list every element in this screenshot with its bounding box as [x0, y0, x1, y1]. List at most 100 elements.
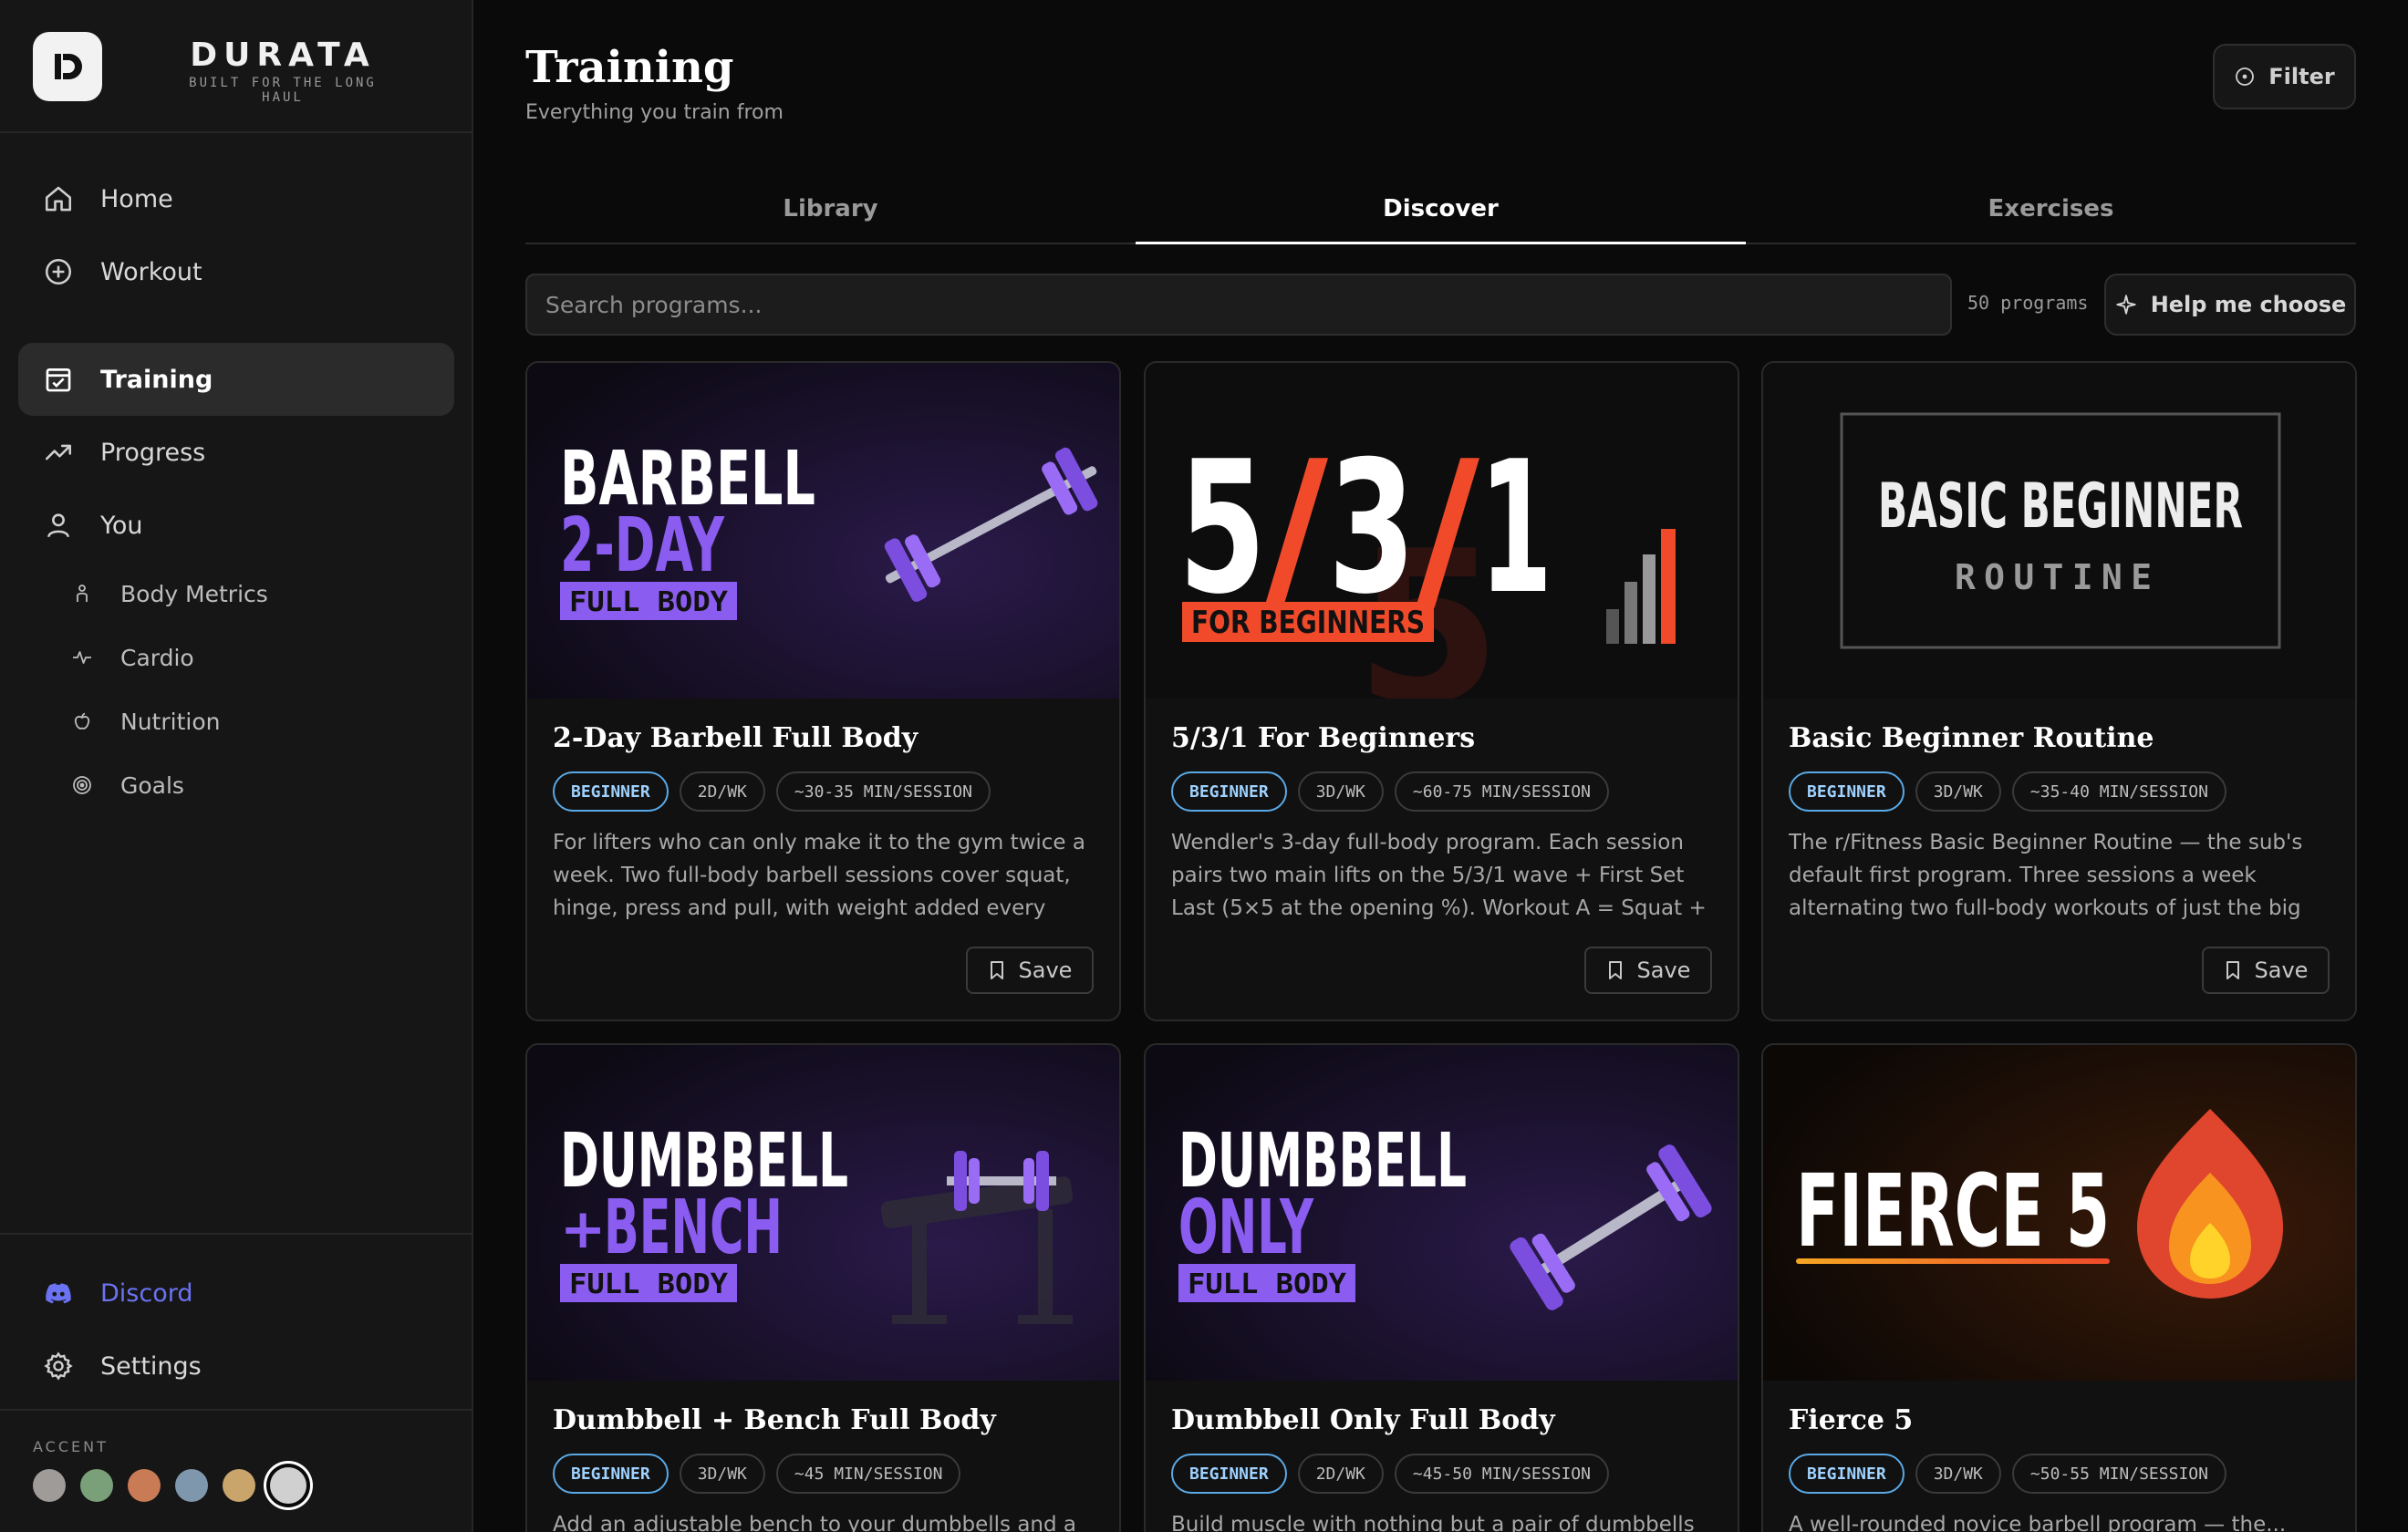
- bookmark-icon: [990, 961, 1003, 979]
- nav-label: Workout: [100, 257, 202, 286]
- filter-label: Filter: [2268, 64, 2335, 89]
- program-description: A well-rounded novice barbell program — …: [1789, 1513, 2287, 1532]
- accent-swatch[interactable]: [128, 1469, 161, 1502]
- dumbbell-bench-artwork: DUMBBELL + BENCH FULL BODY: [527, 1045, 1119, 1381]
- program-card[interactable]: DUMBBELL + BENCH FULL BODY Dumbbell + Be…: [525, 1043, 1121, 1532]
- nav-label: Home: [100, 184, 173, 213]
- frequency-chip: 3D/WK: [679, 1454, 765, 1494]
- brand-header: DURATA BUILT FOR THE LONG HAUL: [0, 0, 472, 133]
- barbell-artwork: BARBELL 2-DAY FULL BODY: [527, 363, 1119, 699]
- page-subtitle: Everything you train from: [525, 101, 784, 124]
- save-label: Save: [1636, 958, 1691, 983]
- program-artwork: 5 5 / 3 / 1 FOR BEGINNERS: [1146, 363, 1738, 699]
- program-tags: BEGINNER 3D/WK ~50-55 MIN/SESSION: [1789, 1454, 2226, 1494]
- nav-item-you[interactable]: You: [18, 489, 454, 562]
- program-title: Dumbbell + Bench Full Body: [553, 1404, 996, 1436]
- level-chip: BEGINNER: [1789, 771, 1905, 812]
- nav-item-progress[interactable]: Progress: [18, 416, 454, 489]
- nav-label: Cardio: [120, 644, 194, 671]
- program-card[interactable]: DUMBBELL ONLY FULL BODY Dumbbell Only Fu…: [1144, 1043, 1739, 1532]
- save-label: Save: [1018, 958, 1073, 983]
- nav-subitem-cardio[interactable]: Cardio: [18, 626, 454, 689]
- accent-swatch[interactable]: [175, 1469, 208, 1502]
- level-chip: BEGINNER: [1789, 1454, 1905, 1494]
- program-card[interactable]: FIERCE 5 Fierce 5 BEGINNER 3D/WK ~50-55 …: [1761, 1043, 2357, 1532]
- accent-swatch[interactable]: [33, 1469, 66, 1502]
- program-title: Fierce 5: [1789, 1404, 1914, 1436]
- save-label: Save: [2254, 958, 2309, 983]
- level-chip: BEGINNER: [1171, 771, 1287, 812]
- plus-circle-icon: [42, 255, 75, 288]
- filter-button[interactable]: Filter: [2213, 44, 2356, 109]
- save-button[interactable]: Save: [1584, 947, 1712, 994]
- apple-icon: [69, 709, 95, 734]
- nav-item-settings[interactable]: Settings: [18, 1330, 454, 1403]
- save-button[interactable]: Save: [966, 947, 1094, 994]
- art-line2: ONLY: [1178, 1185, 1314, 1271]
- level-chip: BEGINNER: [1171, 1454, 1287, 1494]
- main-nav: Home Workout Training Progress You Body …: [18, 162, 454, 817]
- program-description: For lifters who can only make it to the …: [553, 831, 1085, 920]
- art-line2: ROUTINE: [1955, 557, 2166, 597]
- duration-chip: ~35-40 MIN/SESSION: [2011, 771, 2226, 812]
- duration-chip: ~60-75 MIN/SESSION: [1394, 771, 1609, 812]
- search-input[interactable]: [525, 274, 1952, 336]
- nav-subitem-body-metrics[interactable]: Body Metrics: [18, 562, 454, 626]
- frequency-chip: 2D/WK: [679, 771, 765, 812]
- discord-icon: [42, 1277, 75, 1309]
- program-description: Build muscle with nothing but a pair of …: [1171, 1513, 1695, 1532]
- accent-swatches: [33, 1467, 306, 1504]
- art-line1: FIERCE 5: [1796, 1153, 2110, 1269]
- program-title: 5/3/1 For Beginners: [1171, 722, 1476, 754]
- save-button[interactable]: Save: [2202, 947, 2330, 994]
- nav-label: You: [100, 511, 143, 540]
- program-tags: BEGINNER 2D/WK ~45-50 MIN/SESSION: [1171, 1454, 1609, 1494]
- nav-item-training[interactable]: Training: [18, 343, 454, 416]
- art-banner: FOR BEGINNERS: [1191, 605, 1425, 641]
- five-three-one-artwork: 5 5 / 3 / 1 FOR BEGINNERS: [1146, 363, 1738, 699]
- accent-swatch[interactable]: [80, 1469, 113, 1502]
- trend-up-icon: [42, 436, 75, 469]
- nav-subitem-nutrition[interactable]: Nutrition: [18, 689, 454, 753]
- duration-chip: ~45 MIN/SESSION: [775, 1454, 961, 1494]
- program-title: 2-Day Barbell Full Body: [553, 722, 919, 754]
- program-title: Dumbbell Only Full Body: [1171, 1404, 1555, 1436]
- sparkle-icon: [2116, 295, 2136, 315]
- program-artwork: DUMBBELL + BENCH FULL BODY: [527, 1045, 1119, 1381]
- tab-library[interactable]: Library: [525, 175, 1136, 243]
- basic-routine-artwork: BASIC BEGINNER ROUTINE: [1763, 363, 2355, 699]
- accent-swatch-selected[interactable]: [270, 1467, 306, 1504]
- nav-item-workout[interactable]: Workout: [18, 235, 454, 308]
- help-me-choose-button[interactable]: Help me choose: [2104, 274, 2356, 336]
- calendar-check-icon: [42, 363, 75, 396]
- brand-tagline: BUILT FOR THE LONG HAUL: [189, 76, 377, 105]
- art-number-1: 1: [1479, 422, 1552, 635]
- program-tags: BEGINNER 3D/WK ~45 MIN/SESSION: [553, 1454, 961, 1494]
- wordmark: DURATA BUILT FOR THE LONG HAUL: [173, 36, 392, 105]
- art-line3: FULL BODY: [569, 1268, 728, 1300]
- program-tags: BEGINNER 2D/WK ~30-35 MIN/SESSION: [553, 771, 991, 812]
- level-chip: BEGINNER: [553, 1454, 669, 1494]
- bookmark-icon: [2226, 961, 2239, 979]
- nav-label: Discord: [100, 1278, 193, 1308]
- program-description: Add an adjustable bench to your dumbbell…: [553, 1513, 1077, 1532]
- accent-swatch[interactable]: [223, 1469, 255, 1502]
- frequency-chip: 3D/WK: [1915, 771, 2001, 812]
- nav-label: Nutrition: [120, 708, 221, 735]
- program-card[interactable]: 5 5 / 3 / 1 FOR BEGINNERS 5/3/1 For Begi…: [1144, 361, 1739, 1021]
- program-description: The r/Fitness Basic Beginner Routine — t…: [1789, 831, 2303, 920]
- accent-picker: ACCENT: [0, 1409, 472, 1532]
- tab-discover[interactable]: Discover: [1136, 175, 1746, 244]
- nav-item-home[interactable]: Home: [18, 162, 454, 235]
- nav-item-discord[interactable]: Discord: [18, 1257, 454, 1330]
- nav-label: Goals: [120, 771, 184, 799]
- program-card[interactable]: BARBELL 2-DAY FULL BODY 2-Day Barbell Fu…: [525, 361, 1121, 1021]
- frequency-chip: 3D/WK: [1297, 771, 1384, 812]
- tab-bar: Library Discover Exercises: [525, 175, 2356, 244]
- level-chip: BEGINNER: [553, 771, 669, 812]
- app-logo[interactable]: [33, 32, 102, 101]
- tab-exercises[interactable]: Exercises: [1746, 175, 2356, 243]
- duration-chip: ~50-55 MIN/SESSION: [2011, 1454, 2226, 1494]
- program-card[interactable]: BASIC BEGINNER ROUTINE Basic Beginner Ro…: [1761, 361, 2357, 1021]
- nav-subitem-goals[interactable]: Goals: [18, 753, 454, 817]
